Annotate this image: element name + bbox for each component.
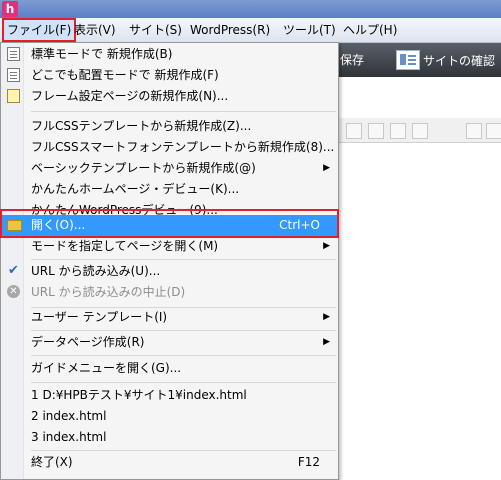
menu-bar: ファイル(F) 表示(V) サイト(S) WordPress(R) ツール(T)… <box>0 18 501 43</box>
list-icon[interactable] <box>412 123 428 139</box>
site-preview-icon[interactable] <box>396 50 420 70</box>
menu-item-easy-homepage[interactable]: かんたんホームページ・デビュー(K)... <box>1 179 338 200</box>
menu-item-label: どこでも配置モードで 新規作成(F) <box>31 68 219 82</box>
menu-item-recent-2[interactable]: 2 index.html <box>1 406 338 427</box>
menu-item-basic-template[interactable]: ベーシックテンプレートから新規作成(@) ▶ <box>1 158 338 179</box>
menu-item-css-template[interactable]: フルCSSテンプレートから新規作成(Z)... <box>1 116 338 137</box>
menu-item-url-stop: ✕ URL から読み込みの中止(D) <box>1 282 338 303</box>
menu-item-label: 標準モードで 新規作成(B) <box>31 47 173 61</box>
menu-item-data-page[interactable]: データページ作成(R) ▶ <box>1 332 338 353</box>
menu-site[interactable]: サイト(S) <box>124 18 187 42</box>
menu-item-label: かんたんホームページ・デビュー(K)... <box>31 182 240 196</box>
menu-item-label: フルCSSスマートフォンテンプレートから新規作成(8)... <box>31 140 335 154</box>
menu-item-guide-menu[interactable]: ガイドメニューを開く(G)... <box>1 358 338 379</box>
file-menu-dropdown: 標準モードで 新規作成(B) どこでも配置モードで 新規作成(F) フレーム設定… <box>0 42 339 480</box>
align-right-icon[interactable] <box>390 123 406 139</box>
menu-item-css-smartphone[interactable]: フルCSSスマートフォンテンプレートから新規作成(8)... <box>1 137 338 158</box>
document-icon <box>7 47 20 61</box>
menu-help[interactable]: ヘルプ(H) <box>338 18 402 42</box>
menu-separator <box>31 450 336 451</box>
menu-file[interactable]: ファイル(F) <box>2 18 77 42</box>
submenu-arrow-icon: ▶ <box>323 312 330 322</box>
menu-item-label: モードを指定してページを開く(M) <box>31 239 219 253</box>
submenu-arrow-icon: ▶ <box>323 241 330 251</box>
menu-separator <box>31 382 336 383</box>
menu-view[interactable]: 表示(V) <box>69 18 121 42</box>
submenu-arrow-icon: ▶ <box>323 337 330 347</box>
menu-item-label: ベーシックテンプレートから新規作成(@) <box>31 161 256 175</box>
menu-item-url-load[interactable]: ✔ URL から読み込み(U)... <box>1 261 338 282</box>
document-icon <box>7 68 20 82</box>
indent-icon[interactable] <box>466 123 482 139</box>
menu-wordpress[interactable]: WordPress(R) <box>185 18 275 42</box>
menu-item-label: フルCSSテンプレートから新規作成(Z)... <box>31 119 252 133</box>
align-icon[interactable] <box>346 123 362 139</box>
menu-item-label: ユーザー テンプレート(I) <box>31 310 168 324</box>
url-load-icon: ✔ <box>8 263 19 278</box>
menu-item-label: データページ作成(R) <box>31 335 145 349</box>
menu-item-new-frame[interactable]: フレーム設定ページの新規作成(N)... <box>1 86 338 107</box>
menu-item-new-standard[interactable]: 標準モードで 新規作成(B) <box>1 44 338 65</box>
menu-separator <box>31 330 336 331</box>
menu-item-label: 終了(X) <box>31 455 73 469</box>
save-button[interactable]: 保存 <box>340 51 364 68</box>
menu-tools[interactable]: ツール(T) <box>278 18 341 42</box>
frame-page-icon <box>7 89 20 103</box>
menu-item-exit[interactable]: 終了(X) F12 <box>1 452 338 473</box>
align-center-icon[interactable] <box>368 123 384 139</box>
menu-item-label: 3 index.html <box>31 430 107 444</box>
menu-item-open-mode[interactable]: モードを指定してページを開く(M) ▶ <box>1 236 338 257</box>
menu-item-label: URL から読み込み(U)... <box>31 264 161 278</box>
menu-item-label: 2 index.html <box>31 409 107 423</box>
site-confirm-button[interactable]: サイトの確認 <box>423 52 495 69</box>
title-bar: h <box>0 0 501 18</box>
menu-item-recent-3[interactable]: 3 index.html <box>1 427 338 448</box>
menu-item-recent-1[interactable]: 1 D:¥HPBテスト¥サイト1¥index.html <box>1 385 338 406</box>
outdent-icon[interactable] <box>486 123 501 139</box>
menu-item-label: フレーム設定ページの新規作成(N)... <box>31 89 229 103</box>
menu-item-new-anywhere[interactable]: どこでも配置モードで 新規作成(F) <box>1 65 338 86</box>
menu-item-label: URL から読み込みの中止(D) <box>31 285 186 299</box>
menu-item-user-template[interactable]: ユーザー テンプレート(I) ▶ <box>1 307 338 328</box>
menu-separator <box>31 259 336 260</box>
app-logo: h <box>2 1 18 17</box>
menu-item-shortcut: F12 <box>297 455 320 469</box>
submenu-arrow-icon: ▶ <box>323 163 330 173</box>
menu-separator <box>31 111 336 112</box>
highlight-frame <box>0 209 339 238</box>
menu-item-label: ガイドメニューを開く(G)... <box>31 361 182 375</box>
menu-separator <box>31 355 336 356</box>
editor-area[interactable] <box>338 143 501 480</box>
stop-icon: ✕ <box>7 285 20 298</box>
menu-item-label: 1 D:¥HPBテスト¥サイト1¥index.html <box>31 388 247 402</box>
